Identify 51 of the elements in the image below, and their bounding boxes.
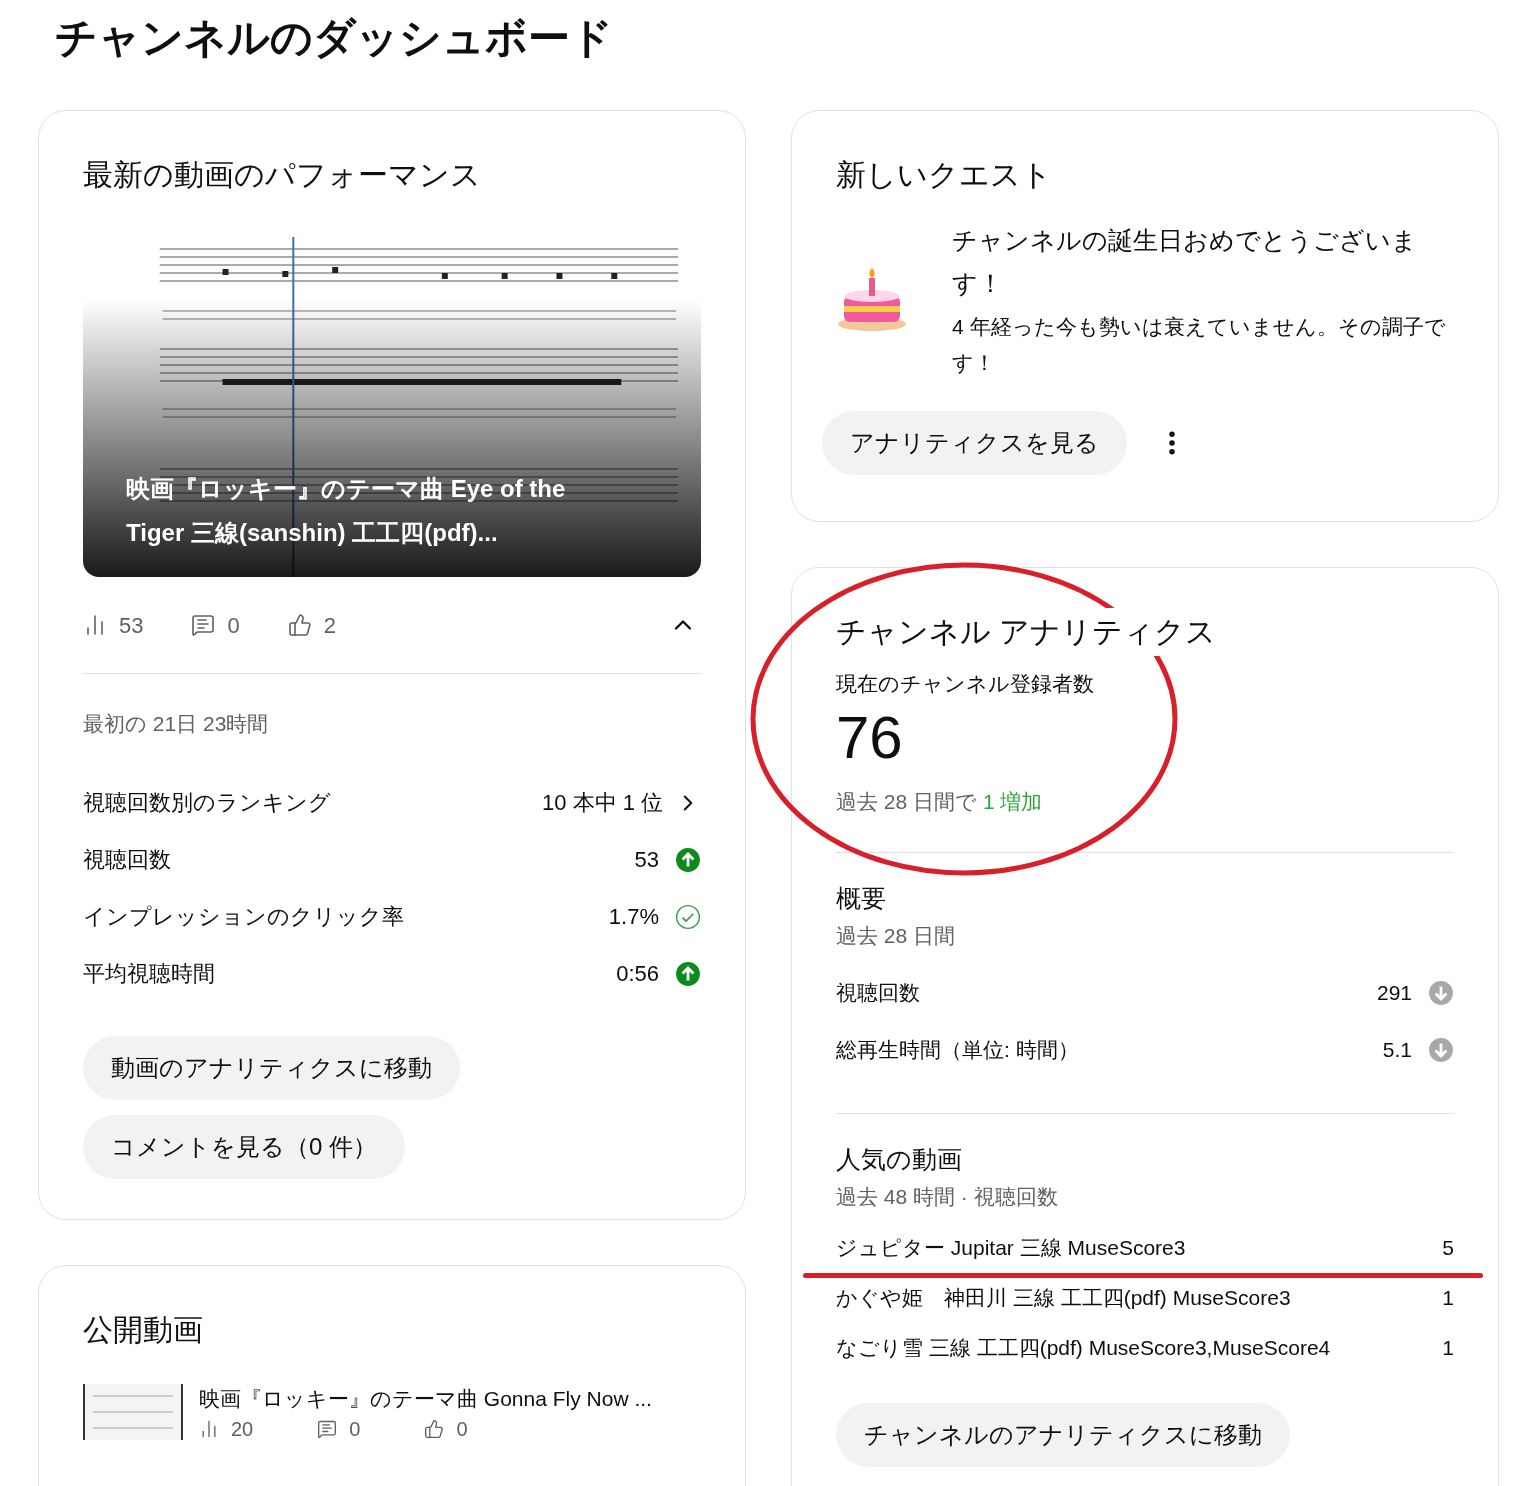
section-title: 概要	[836, 883, 887, 914]
video-thumbnail[interactable]: 映画『ロッキー』のテーマ曲 Eye of the Tiger 三線(sanshin) 工工四(pdf)...	[83, 229, 701, 577]
quest-heading: チャンネルの誕生日おめでとうございます！	[952, 225, 1418, 299]
video-title[interactable]: ジュピター Jupitar 三線 MuseScore3	[836, 1232, 1186, 1264]
metric-value: 53	[634, 846, 659, 874]
video-title[interactable]: かぐや姫 神田川 三線 工工四(pdf) MuseScore3	[836, 1282, 1291, 1314]
metric-value: 291	[1376, 979, 1412, 1006]
stat-count: 20	[231, 1417, 254, 1442]
period-label: 過去 48 時間 · 視聴回数	[836, 1184, 1059, 1210]
metric-value: 5.1	[1382, 1036, 1412, 1063]
channel-analytics-button[interactable]: チャンネルのアナリティクスに移動	[836, 1403, 1290, 1467]
link-button[interactable]: 動画のアナリティクスに移動	[83, 1036, 460, 1100]
stat-count: 0	[227, 611, 240, 640]
stat-count: 0	[456, 1417, 468, 1442]
comment-icon	[191, 613, 216, 637]
metric-value: 1.7%	[608, 903, 659, 931]
comment-icon	[317, 1419, 338, 1439]
video-title[interactable]: なごり雪 三線 工工四(pdf) MuseScore3,MuseScore4	[836, 1332, 1331, 1364]
view-count: 5	[1442, 1235, 1454, 1262]
card-title: 公開動画	[83, 1312, 204, 1348]
metric-label: 視聴回数	[836, 979, 920, 1006]
stat-count: 2	[323, 611, 336, 640]
section-title: 人気の動画	[836, 1144, 963, 1175]
metric-value: 0:56	[616, 960, 659, 988]
link-button[interactable]: コメントを見る（0 件）	[83, 1115, 405, 1179]
metric-label: 総再生時間（単位: 時間）	[836, 1036, 1079, 1063]
stat-count: 53	[119, 611, 144, 640]
subscribers-label: 現在のチャンネル登録者数	[836, 671, 1095, 697]
stat-count: 0	[349, 1417, 361, 1442]
page-title: チャンネルのダッシュボード	[55, 13, 613, 63]
thumbs-up-icon	[424, 1419, 445, 1439]
view-count: 1	[1442, 1285, 1454, 1312]
metric-label: インプレッションのクリック率	[83, 903, 404, 931]
metric-label: 平均視聴時間	[83, 960, 215, 988]
analytics-button[interactable]: アナリティクスを見る	[822, 411, 1127, 475]
video-thumbnail[interactable]	[83, 1384, 183, 1440]
card-title: 最新の動画のパフォーマンス	[83, 157, 482, 193]
metric-label: 視聴回数別のランキング	[83, 789, 331, 817]
period-label: 過去 28 日間	[836, 923, 957, 949]
card-title: 新しいクエスト	[836, 157, 1053, 193]
metric-label: 視聴回数	[83, 846, 171, 874]
quest-description: 4 年経った今も勢いは衰えていません。その調子です！	[952, 314, 1447, 376]
metric-value: 10 本中 1 位	[541, 789, 663, 817]
cake-icon	[836, 268, 908, 332]
subscriber-count: 76	[836, 703, 904, 773]
period-label: 最初の 21日 23時間	[83, 711, 270, 737]
subscriber-change: 過去 28 日間で 1 増加	[836, 789, 1044, 815]
thumbs-up-icon	[287, 613, 312, 637]
video-title: 映画『ロッキー』のテーマ曲 Eye of the Tiger 三線(sanshin) 工工四(pdf)...	[126, 474, 566, 548]
view-count: 1	[1442, 1335, 1454, 1362]
video-title[interactable]: 映画『ロッキー』のテーマ曲 Gonna Fly Now ...	[199, 1384, 652, 1414]
